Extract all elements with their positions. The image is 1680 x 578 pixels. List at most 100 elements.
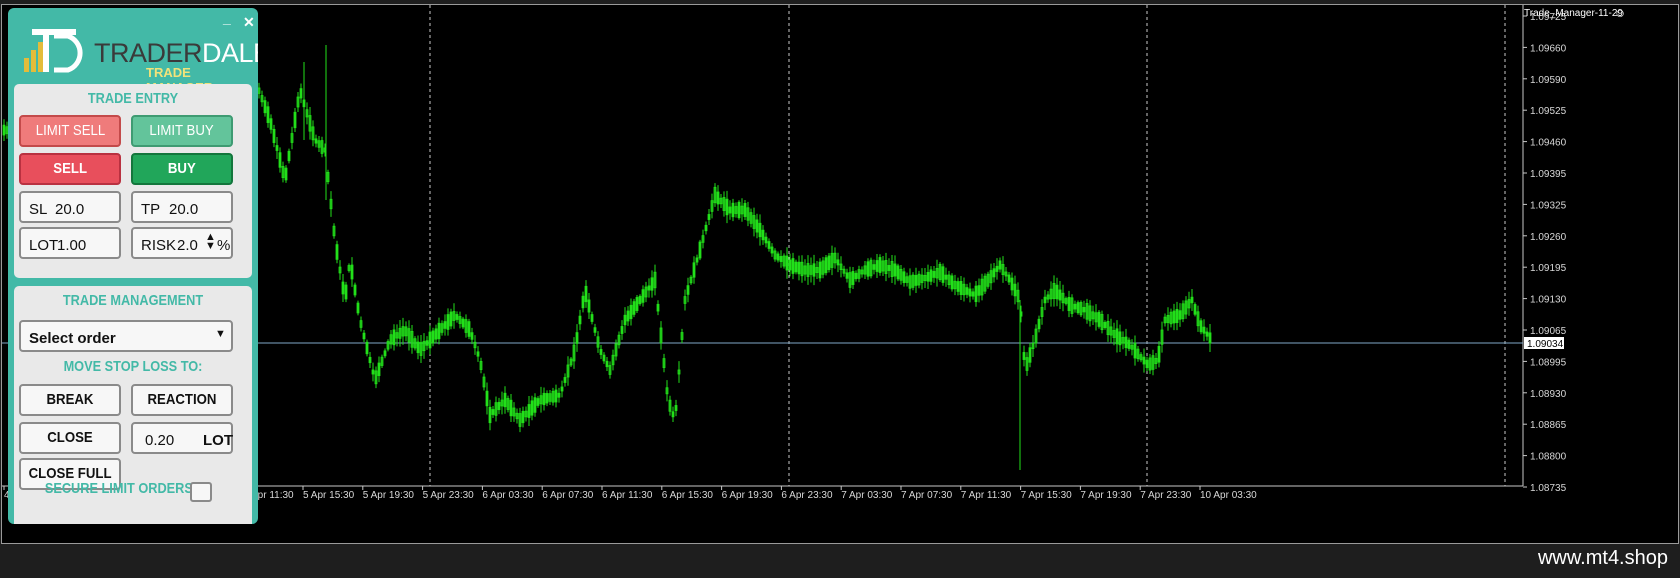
- time-tick-label: 7 Apr 11:30: [961, 490, 1012, 501]
- candle-body: [779, 256, 783, 262]
- sl-value[interactable]: 20.0: [55, 201, 84, 218]
- take-profit-field[interactable]: TP 20.0: [131, 191, 233, 223]
- close-icon[interactable]: ✕: [243, 14, 255, 31]
- candle-body: [434, 328, 438, 340]
- risk-field[interactable]: RISK 2.0 ▲ ▼ %: [131, 227, 233, 259]
- risk-stepper-icon[interactable]: ▲ ▼: [205, 232, 216, 252]
- candle-body: [437, 322, 441, 340]
- candle-body: [1103, 321, 1107, 329]
- candle-body: [530, 400, 534, 416]
- secure-limit-checkbox[interactable]: [190, 482, 212, 502]
- candle-body: [1115, 328, 1119, 345]
- price-tick-label: 1.09195: [1530, 263, 1567, 274]
- chevron-down-icon[interactable]: ▼: [215, 328, 226, 340]
- candle-body: [335, 244, 339, 260]
- partly-lot-unit: LOT: [203, 432, 233, 449]
- candle-body: [527, 404, 531, 418]
- tp-value[interactable]: 20.0: [169, 201, 198, 218]
- candle-body: [1205, 331, 1209, 337]
- tp-label: TP: [141, 201, 161, 218]
- trade-management-title: TRADE MANAGEMENT: [62, 292, 204, 309]
- candle-body: [266, 106, 270, 123]
- candle-body: [1202, 326, 1206, 334]
- candle-body: [1013, 283, 1017, 297]
- candle-body: [1082, 306, 1086, 313]
- candle-body: [791, 258, 795, 274]
- time-tick-label: 5 Apr 19:30: [363, 490, 415, 501]
- candle-body: [896, 265, 900, 280]
- candle-body: [1058, 289, 1062, 301]
- trade-entry-section: TRADE ENTRY LIMIT SELL LIMIT BUY SELL BU…: [14, 84, 252, 278]
- candle-body: [455, 314, 459, 320]
- candle-body: [605, 360, 609, 368]
- lot-field[interactable]: LOT 1.00: [19, 227, 121, 259]
- stop-loss-field[interactable]: SL 20.0: [19, 191, 121, 223]
- candle-body: [971, 291, 975, 297]
- candle-body: [560, 386, 564, 392]
- partly-lot-value[interactable]: 0.20: [145, 432, 174, 449]
- candle-body: [584, 285, 588, 303]
- candle-body: [1145, 359, 1149, 369]
- candle-body: [341, 281, 345, 295]
- candle-body: [356, 302, 360, 314]
- sell-button[interactable]: SELL: [19, 153, 121, 185]
- candle-body: [776, 253, 780, 261]
- candle-body: [893, 263, 897, 277]
- traderdale-logo-icon: [24, 29, 83, 73]
- time-tick-label: 10 Apr 03:30: [1200, 490, 1257, 501]
- candle-body: [293, 111, 297, 129]
- limit-sell-button[interactable]: LIMIT SELL: [19, 115, 121, 147]
- candle-body: [353, 284, 357, 296]
- candle-body: [725, 198, 729, 216]
- limit-buy-button[interactable]: LIMIT BUY: [131, 115, 233, 147]
- candle-body: [314, 138, 318, 144]
- candle-body: [1037, 318, 1041, 330]
- price-tick-label: 1.08800: [1530, 452, 1567, 463]
- candle-body: [1010, 277, 1014, 291]
- candle-body: [533, 397, 537, 413]
- candle-body: [992, 268, 996, 278]
- candle-body: [578, 315, 582, 325]
- candle-body: [377, 362, 381, 377]
- close-partly-lot-field[interactable]: 0.20 LOT: [131, 422, 233, 454]
- candle-body: [443, 321, 447, 329]
- candle-body: [845, 272, 849, 279]
- candle-body: [1190, 296, 1194, 304]
- break-even-button[interactable]: BREAK EVEN: [19, 384, 121, 436]
- candle-body: [638, 295, 642, 305]
- candle-body: [671, 411, 675, 418]
- candle-body: [686, 285, 690, 295]
- candle-body: [629, 304, 633, 320]
- candle-body: [635, 297, 639, 311]
- time-tick-label: 7 Apr 19:30: [1080, 490, 1132, 501]
- candle-body: [977, 285, 981, 296]
- candle-body: [785, 255, 789, 271]
- lot-value[interactable]: 1.00: [57, 237, 86, 254]
- time-tick-label: 6 Apr 03:30: [482, 490, 534, 501]
- candle-body: [737, 201, 741, 219]
- time-tick-label: 6 Apr 19:30: [722, 490, 774, 501]
- candle-body: [959, 280, 963, 296]
- time-tick-label: 6 Apr 11:30: [602, 490, 653, 501]
- candle-body: [1022, 352, 1026, 360]
- reaction-point-button[interactable]: REACTION POINT: [131, 384, 233, 436]
- close-partly-button[interactable]: CLOSE PARTLY: [19, 422, 121, 474]
- candle-body: [650, 277, 654, 291]
- candle-body: [383, 350, 387, 357]
- buy-button[interactable]: BUY: [131, 153, 233, 185]
- candle-body: [812, 263, 816, 277]
- candle-body: [944, 274, 948, 280]
- site-watermark: www.mt4.shop: [1537, 547, 1668, 569]
- candle-body: [728, 206, 732, 214]
- candle-body: [656, 303, 660, 312]
- select-order-dropdown[interactable]: Select order ▼: [19, 320, 233, 352]
- candle-body: [299, 88, 303, 99]
- candle-body: [836, 259, 840, 266]
- minimize-button[interactable]: _: [223, 10, 231, 26]
- candle-body: [350, 264, 354, 280]
- candle-body: [854, 272, 858, 280]
- candle-body: [995, 265, 999, 272]
- candle-body: [521, 410, 525, 424]
- risk-value[interactable]: 2.0: [177, 237, 198, 254]
- expert-smiley-icon: ☺: [1614, 6, 1627, 20]
